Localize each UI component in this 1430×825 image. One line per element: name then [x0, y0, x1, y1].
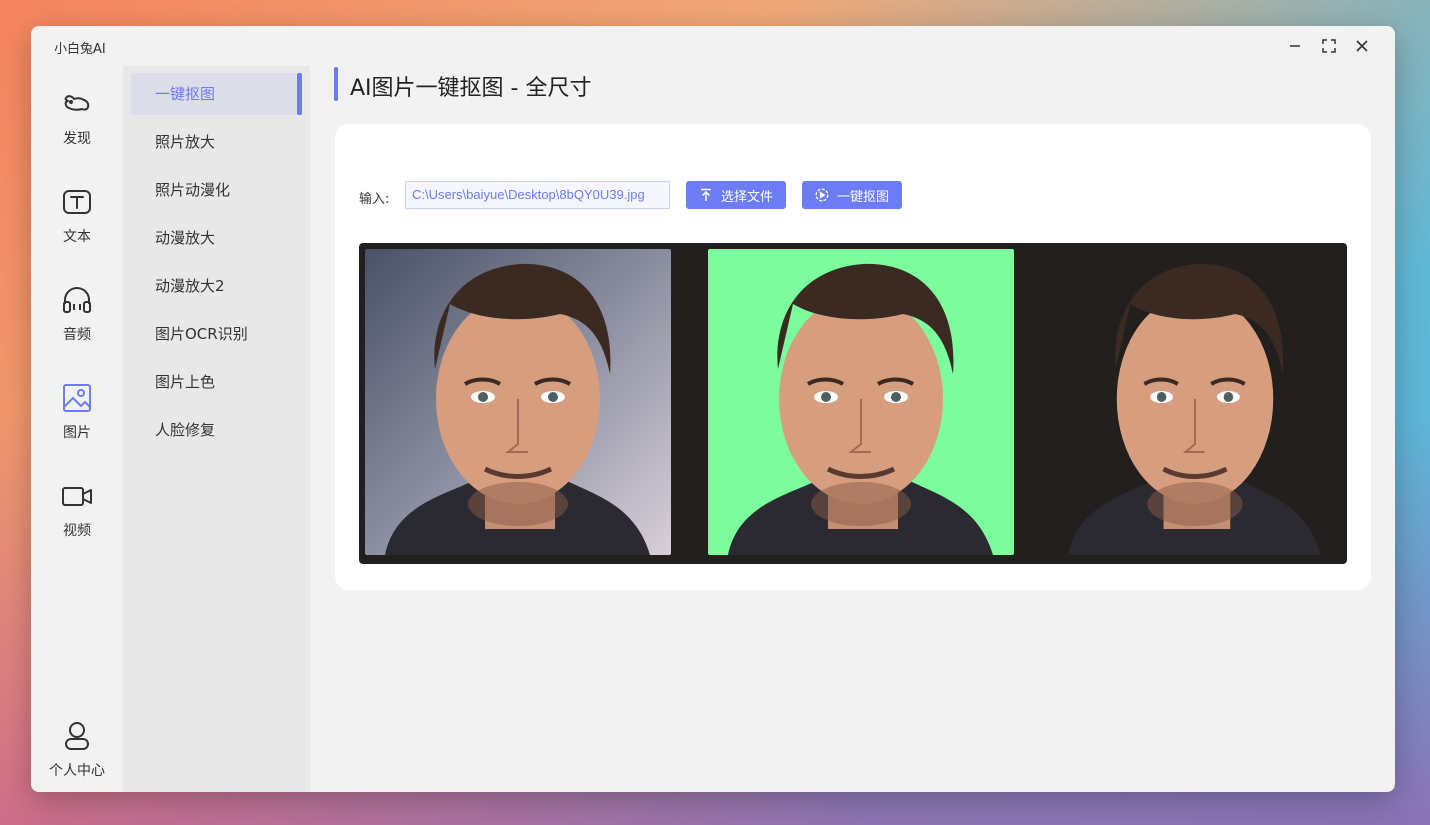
rail-item-audio[interactable]: 音频: [31, 280, 123, 360]
play-circle-icon: [815, 188, 829, 202]
select-file-label: 选择文件: [720, 189, 773, 205]
text-icon: [63, 190, 91, 214]
subnav-item-anime[interactable]: 照片动漫化: [131, 169, 301, 211]
maximize-icon: [1322, 39, 1336, 53]
input-label: 输入:: [359, 192, 390, 207]
headphones-icon: [63, 287, 91, 313]
maximize-button[interactable]: [1315, 34, 1343, 58]
video-camera-icon: [62, 487, 92, 506]
rail-item-text[interactable]: 文本: [31, 182, 123, 262]
heading-accent: [334, 67, 338, 101]
subnav-item-anime-upscale[interactable]: 动漫放大: [131, 217, 301, 259]
rail-label: 图片: [63, 425, 91, 441]
rail-item-video[interactable]: 视频: [31, 476, 123, 556]
subnav-item-cutout[interactable]: 一键抠图: [131, 73, 302, 115]
rail-item-discover[interactable]: 发现: [31, 84, 123, 164]
icon-rail: 发现 文本 音频 图片 视频 个人中心: [31, 66, 123, 792]
file-path-input[interactable]: C:\Users\baiyue\Desktop\8bQY0U39.jpg: [405, 181, 670, 209]
subnav-item-upscale[interactable]: 照片放大: [131, 121, 301, 163]
page-title: AI图片一键抠图 - 全尺寸: [350, 76, 592, 101]
rail-item-image[interactable]: 图片: [31, 378, 123, 458]
original-image: [365, 249, 671, 555]
upload-icon: [700, 188, 711, 201]
cutout-image: [1049, 249, 1341, 555]
title-bar: 小白兔AI: [31, 26, 1395, 66]
select-file-button[interactable]: 选择文件: [686, 181, 786, 209]
minimize-icon: [1290, 45, 1300, 47]
close-button[interactable]: [1348, 34, 1376, 58]
rail-label: 个人中心: [49, 763, 105, 779]
user-icon: [65, 722, 89, 750]
rail-item-profile[interactable]: 个人中心: [31, 716, 123, 792]
sub-nav: 一键抠图 照片放大 照片动漫化 动漫放大 动漫放大2 图片OCR识别 图片上色 …: [123, 66, 310, 792]
close-icon: [1356, 40, 1368, 52]
rail-label: 音频: [63, 327, 91, 343]
rail-label: 发现: [63, 131, 91, 147]
tool-card: 输入: C:\Users\baiyue\Desktop\8bQY0U39.jpg…: [335, 124, 1371, 590]
run-label: 一键抠图: [836, 189, 889, 205]
subnav-item-ocr[interactable]: 图片OCR识别: [131, 313, 301, 355]
subnav-item-face-restore[interactable]: 人脸修复: [131, 409, 301, 451]
main-panel: AI图片一键抠图 - 全尺寸 输入: C:\Users\baiyue\Deskt…: [310, 66, 1395, 792]
bunny-icon: [64, 95, 90, 111]
rail-label: 文本: [63, 229, 91, 245]
mask-image: [708, 249, 1014, 555]
result-preview: [359, 243, 1347, 564]
subnav-item-colorize[interactable]: 图片上色: [131, 361, 301, 403]
rail-label: 视频: [63, 523, 91, 539]
subnav-item-anime-upscale-2[interactable]: 动漫放大2: [131, 265, 301, 307]
app-title: 小白兔AI: [54, 42, 106, 57]
image-icon: [63, 384, 91, 412]
minimize-button[interactable]: [1281, 34, 1309, 58]
run-cutout-button[interactable]: 一键抠图: [802, 181, 902, 209]
app-window: 小白兔AI 发现 文本 音频 图片 视频 个人中心 一键抠图 照片放大 照片动漫…: [31, 26, 1395, 792]
